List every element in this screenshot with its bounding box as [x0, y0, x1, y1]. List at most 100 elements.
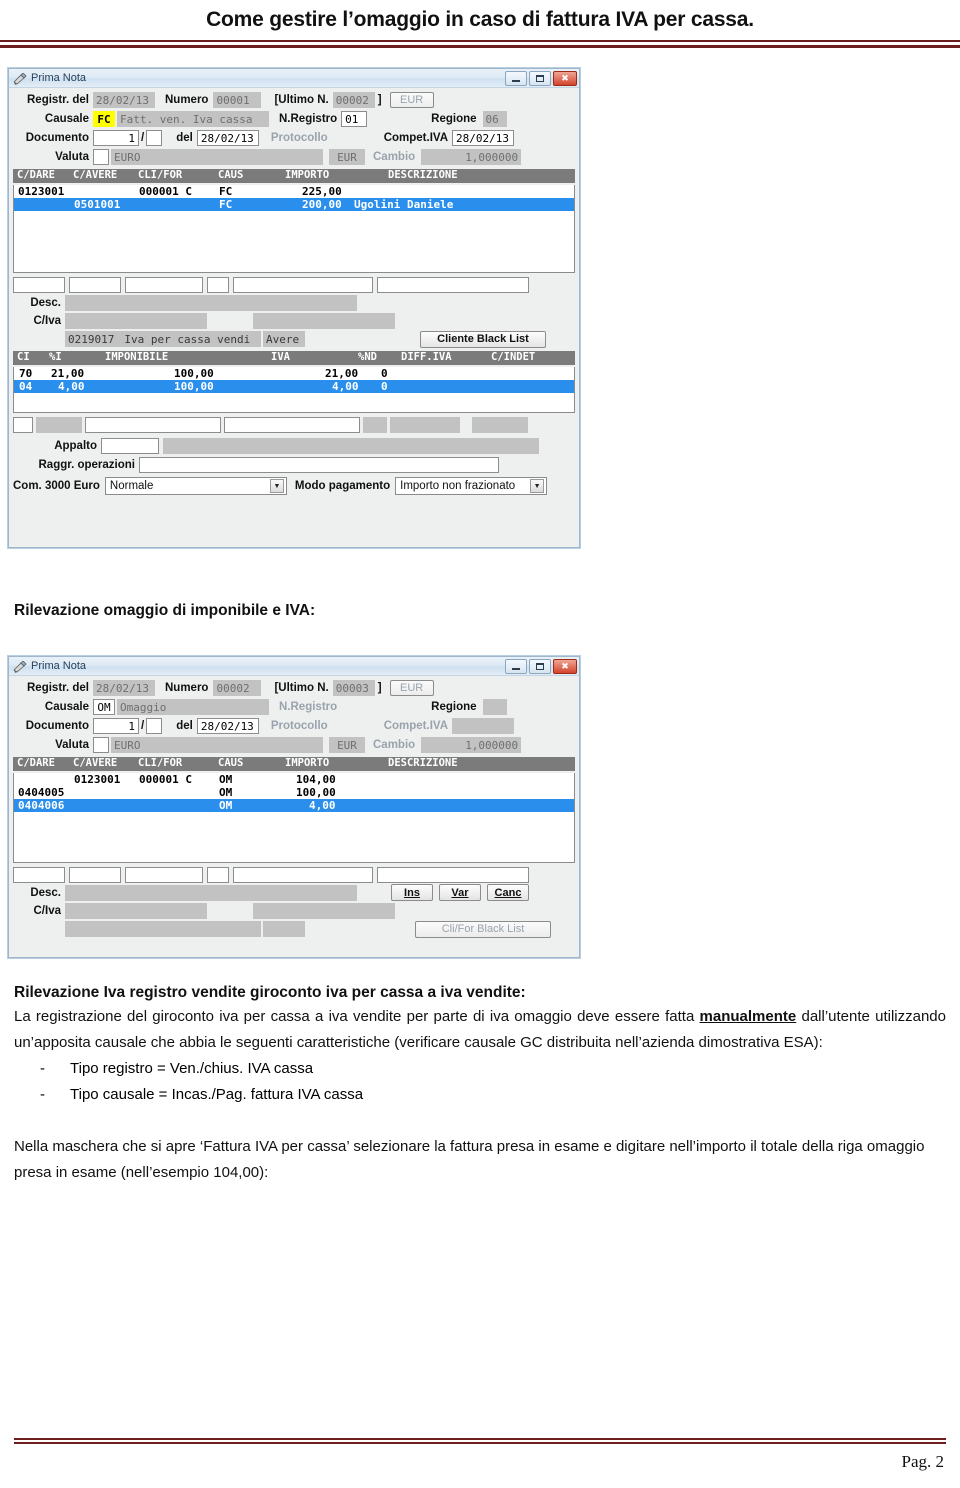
com-3000-euro-value: Normale — [109, 480, 154, 492]
iva-edit-field-cindet[interactable] — [472, 416, 528, 433]
chevron-down-icon[interactable]: ▼ — [530, 479, 545, 493]
iva-edit-field-pnd[interactable] — [363, 416, 387, 433]
edit-field-6[interactable] — [377, 866, 529, 883]
appalto-desc — [163, 438, 539, 454]
compet-iva-value[interactable]: 28/02/13 — [452, 130, 515, 146]
causale-code[interactable]: FC — [93, 111, 115, 127]
prima-nota-window-1[interactable]: Prima Nota ✖ Registr. del 28/02/13 Numer… — [8, 68, 580, 548]
modo-pagamento-select[interactable]: Importo non frazionato ▼ — [395, 477, 548, 495]
desc-value[interactable] — [65, 294, 357, 311]
regione-label: Regione — [431, 113, 477, 125]
civa-value-2[interactable] — [253, 312, 395, 329]
documento-sub[interactable] — [146, 130, 163, 146]
ultimo-n-close-bracket: ] — [377, 682, 382, 694]
edit-field-1[interactable] — [13, 866, 65, 883]
minimize-icon[interactable] — [505, 658, 527, 674]
iva-edit-field-pi[interactable] — [36, 416, 82, 433]
ultimo-n-label: [Ultimo N. — [274, 682, 329, 694]
pencil-note-icon — [13, 660, 27, 673]
table-row[interactable]: 04 4,00 100,00 4,00 0 — [14, 380, 574, 393]
w2-row-valuta: Valuta EURO EUR Cambio 1,000000 — [13, 736, 575, 754]
w1-row-valuta: Valuta EURO EUR Cambio 1,000000 — [13, 148, 575, 166]
cli-for-black-list-button[interactable]: Cli/For Black List — [415, 920, 551, 938]
edit-field-6[interactable] — [377, 276, 529, 293]
numero-label: Numero — [165, 682, 209, 694]
eur-button[interactable]: EUR — [389, 92, 434, 108]
documento-sub[interactable] — [146, 718, 163, 734]
causale-label: Causale — [44, 113, 89, 125]
w1-movement-grid[interactable]: 0123001 000001 C FC 225,00 0501001 FC 20… — [13, 185, 575, 273]
prima-nota-window-2[interactable]: Prima Nota ✖ Registr. del 28/02/13 Numer… — [8, 656, 580, 958]
minimize-icon[interactable] — [505, 70, 527, 86]
cell-ci: 04 — [19, 380, 33, 393]
w2-movement-grid[interactable]: 0123001 000001 C OM 104,00 0404005 OM 10… — [13, 773, 575, 863]
civa-value-2[interactable] — [253, 902, 395, 919]
eur-button[interactable]: EUR — [389, 680, 434, 696]
edit-field-2[interactable] — [69, 276, 121, 293]
w2-movement-grid-wrap: C/DARE C/AVERE CLI/FOR CAUS IMPORTO DESC… — [13, 757, 575, 863]
var-button[interactable]: Var — [439, 884, 481, 901]
civa-value-1[interactable] — [65, 902, 207, 919]
edit-field-4[interactable] — [207, 276, 229, 293]
chevron-down-icon[interactable]: ▼ — [269, 479, 284, 493]
window-2-titlebar[interactable]: Prima Nota ✖ — [9, 657, 579, 676]
w1-iva-grid[interactable]: 70 21,00 100,00 21,00 0 04 4,00 100,00 4… — [13, 367, 575, 413]
canc-button[interactable]: Canc — [487, 884, 529, 901]
maximize-icon[interactable] — [529, 658, 551, 674]
edit-field-4[interactable] — [207, 866, 229, 883]
ins-button-label: Ins — [404, 886, 420, 899]
documento-label: Documento — [25, 720, 89, 732]
table-row[interactable]: 0404005 OM 100,00 — [14, 786, 574, 799]
valuta-code[interactable] — [93, 149, 109, 165]
n-registro-label: N.Registro — [279, 113, 338, 125]
desc-label: Desc. — [30, 296, 61, 309]
civa-value-1[interactable] — [65, 312, 207, 329]
table-row[interactable]: 0501001 FC 200,00 Ugolini Daniele — [14, 198, 574, 211]
raggr-operazioni-value[interactable] — [139, 457, 499, 473]
regione-value[interactable] — [482, 699, 507, 715]
cell-pi: 4,00 — [58, 380, 85, 393]
iva-edit-field-iva[interactable] — [224, 416, 360, 433]
iva-edit-field-imponibile[interactable] — [85, 416, 221, 433]
appalto-value[interactable] — [101, 438, 159, 454]
edit-field-1[interactable] — [13, 276, 65, 293]
causale-desc: Omaggio — [117, 699, 269, 715]
causale-desc: Fatt. ven. Iva cassa — [117, 111, 269, 127]
edit-field-3[interactable] — [125, 276, 203, 293]
causale-code[interactable]: OM — [93, 699, 115, 715]
table-row[interactable]: 70 21,00 100,00 21,00 0 — [14, 367, 574, 380]
cell-importo: 225,00 — [302, 185, 342, 198]
maximize-icon[interactable] — [529, 70, 551, 86]
window-2-title: Prima Nota — [31, 660, 87, 672]
documento-numero[interactable]: 1 — [93, 130, 139, 146]
close-icon[interactable]: ✖ — [553, 658, 577, 674]
registr-del-value[interactable]: 28/02/13 — [93, 680, 155, 696]
table-row[interactable]: 0404006 OM 4,00 — [14, 799, 574, 812]
iva-edit-field-diff[interactable] — [390, 416, 460, 433]
documento-numero[interactable]: 1 — [93, 718, 139, 734]
window-1-controls: ✖ — [505, 70, 577, 86]
numero-value[interactable]: 00001 — [213, 92, 262, 108]
n-registro-value[interactable]: 01 — [341, 111, 368, 127]
close-icon[interactable]: ✖ — [553, 70, 577, 86]
valuta-code[interactable] — [93, 737, 109, 753]
del-value[interactable]: 28/02/13 — [196, 130, 259, 146]
edit-field-3[interactable] — [125, 866, 203, 883]
del-value[interactable]: 28/02/13 — [196, 718, 259, 734]
com-3000-euro-select[interactable]: Normale ▼ — [104, 477, 287, 495]
edit-field-5[interactable] — [233, 276, 373, 293]
edit-field-2[interactable] — [69, 866, 121, 883]
cell-cdare: 0123001 — [18, 185, 65, 198]
ins-button[interactable]: Ins — [391, 884, 433, 901]
numero-value[interactable]: 00002 — [213, 680, 262, 696]
registr-del-value[interactable]: 28/02/13 — [93, 92, 155, 108]
regione-value[interactable]: 06 — [482, 111, 507, 127]
window-1-titlebar[interactable]: Prima Nota ✖ — [9, 69, 579, 88]
table-row[interactable]: 0123001 000001 C FC 225,00 — [14, 185, 574, 198]
table-row[interactable]: 0123001 000001 C OM 104,00 — [14, 773, 574, 786]
compet-iva-value[interactable] — [452, 718, 515, 734]
edit-field-5[interactable] — [233, 866, 373, 883]
iva-edit-field-ci[interactable] — [13, 416, 33, 433]
desc-value[interactable] — [65, 884, 357, 901]
cliente-black-list-button[interactable]: Cliente Black List — [420, 330, 546, 348]
